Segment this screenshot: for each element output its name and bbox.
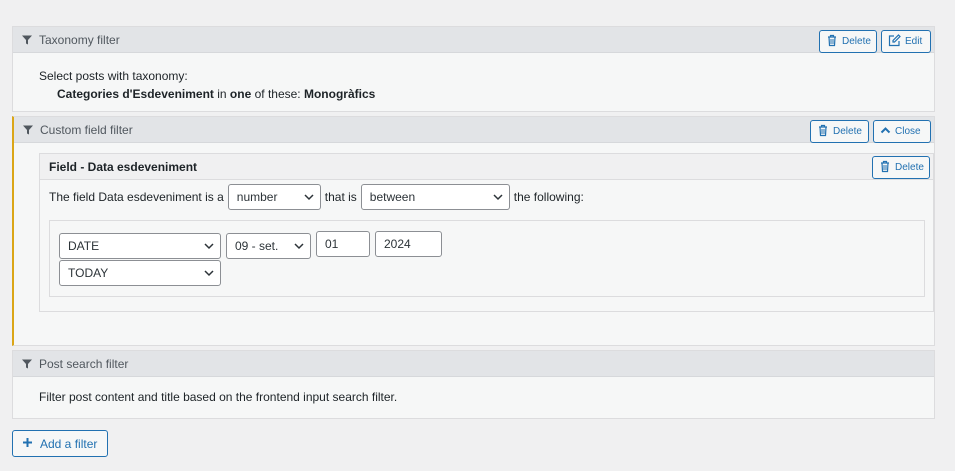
field-type-select[interactable]: number	[227, 184, 321, 210]
chevron-down-icon	[493, 190, 503, 204]
field-type-value: number	[236, 190, 278, 204]
taxonomy-summary: Categories d'Esdeveniment in one of thes…	[39, 85, 934, 103]
condition-prefix: The field Data esdeveniment is a	[49, 190, 224, 204]
filter-icon	[21, 34, 33, 46]
field-delete-button[interactable]: Delete	[872, 156, 930, 179]
taxonomy-intro: Select posts with taxonomy:	[39, 69, 188, 83]
filter-icon	[22, 124, 34, 136]
trash-icon	[817, 124, 829, 140]
field-panel: Field - Data esdeveniment Delete The fie…	[39, 153, 934, 312]
date-values-box: DATE 09 - set. 01 2024 TODAY	[49, 220, 925, 297]
post-search-description: Filter post content and title based on t…	[39, 390, 398, 404]
word-in: in	[213, 87, 230, 101]
month-value: 09 - set.	[235, 239, 279, 253]
chevron-down-icon	[294, 239, 304, 253]
taxonomy-filter-header[interactable]: Taxonomy filter Delete Edit	[13, 27, 934, 53]
month-select[interactable]: 09 - set.	[226, 233, 311, 259]
post-search-filter-panel: Post search filter Filter post content a…	[12, 350, 935, 419]
taxonomy-terms: Monogràfics	[303, 87, 376, 101]
delete-label: Delete	[833, 126, 862, 137]
trash-icon	[879, 160, 891, 176]
edit-icon	[888, 33, 901, 50]
delete-button[interactable]: Delete	[810, 120, 869, 143]
compare-value: between	[369, 190, 416, 204]
close-button[interactable]: Close	[873, 120, 931, 143]
custom-field-filter-header[interactable]: Custom field filter Delete Close	[14, 117, 934, 143]
panel-title: Post search filter	[39, 356, 129, 371]
from-source-select[interactable]: DATE	[59, 233, 221, 259]
condition-that-is: that is	[324, 190, 357, 204]
taxonomy-name: Categories d'Esdeveniment	[57, 87, 214, 101]
filter-icon	[21, 358, 33, 370]
year-value: 2024	[384, 237, 411, 251]
add-filter-label: Add a filter	[40, 436, 98, 451]
chevron-down-icon	[204, 266, 214, 280]
trash-icon	[826, 34, 838, 50]
custom-field-filter-panel: Custom field filter Delete Close Field -…	[12, 116, 935, 346]
chevron-down-icon	[304, 190, 314, 204]
delete-label: Delete	[842, 36, 871, 47]
edit-label: Edit	[905, 36, 923, 47]
chevron-down-icon	[204, 239, 214, 253]
panel-title: Taxonomy filter	[39, 32, 120, 47]
chevron-up-icon	[880, 125, 891, 139]
delete-label: Delete	[895, 162, 924, 173]
panel-title: Custom field filter	[40, 122, 133, 137]
plus-icon	[22, 437, 33, 451]
field-header: Field - Data esdeveniment Delete	[40, 154, 933, 180]
add-filter-button[interactable]: Add a filter	[12, 430, 109, 457]
match-mode: one	[229, 87, 252, 101]
day-value: 01	[325, 237, 339, 251]
delete-button[interactable]: Delete	[819, 30, 877, 53]
to-source-value: TODAY	[68, 266, 109, 280]
year-input[interactable]: 2024	[375, 231, 442, 257]
compare-select[interactable]: between	[360, 184, 510, 210]
taxonomy-filter-panel: Taxonomy filter Delete Edit Select posts…	[12, 26, 935, 112]
post-search-filter-header[interactable]: Post search filter	[13, 351, 934, 377]
field-condition-row: The field Data esdeveniment is a number …	[49, 184, 584, 210]
from-source-value: DATE	[68, 239, 100, 253]
day-input[interactable]: 01	[316, 231, 370, 257]
field-title: Field - Data esdeveniment	[49, 159, 198, 174]
to-source-select[interactable]: TODAY	[59, 260, 221, 286]
condition-suffix: the following:	[513, 190, 584, 204]
close-label: Close	[895, 126, 921, 137]
edit-button[interactable]: Edit	[881, 30, 931, 53]
word-of-these: of these:	[251, 87, 304, 101]
